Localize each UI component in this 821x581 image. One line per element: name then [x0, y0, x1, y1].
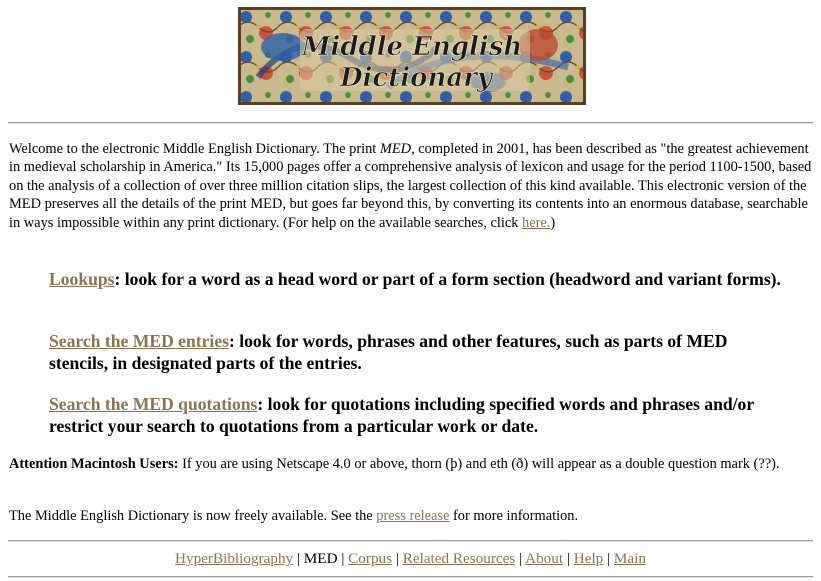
logo-title-line2: Dictionary — [339, 63, 494, 93]
footer-link-help[interactable]: Help — [574, 550, 604, 567]
intro-med-italic: MED, — [379, 141, 415, 157]
footer-link-hyperbibliography[interactable]: HyperBibliography — [175, 550, 293, 567]
search-quotations-option: Search the MED quotations: look for quot… — [49, 393, 784, 437]
footer-link-corpus[interactable]: Corpus — [348, 550, 392, 567]
search-entries-link[interactable]: Search the MED entries — [49, 331, 229, 351]
dictionary-logo-banner: Middle English Dictionary — [238, 7, 586, 105]
intro-text-3: ) — [550, 214, 556, 231]
search-quotations-link[interactable]: Search the MED quotations — [49, 394, 257, 414]
footer-current-med: MED — [303, 550, 338, 567]
logo-title-line1: Middle English — [301, 32, 523, 62]
macintosh-notice: Attention Macintosh Users: If you are us… — [9, 455, 815, 473]
footer-nav: HyperBibliography | MED | Corpus | Relat… — [0, 549, 821, 569]
footer-link-main[interactable]: Main — [614, 550, 646, 567]
free-notice-before: The Middle English Dictionary is now fre… — [9, 508, 377, 524]
lookups-link[interactable]: Lookups — [49, 269, 115, 289]
footer-link-about[interactable]: About — [525, 550, 563, 567]
footer-separator: | — [566, 550, 570, 567]
macintosh-notice-text: If you are using Netscape 4.0 or above, … — [178, 456, 780, 472]
footer-separator: | — [519, 550, 523, 567]
help-here-link[interactable]: here. — [522, 215, 550, 231]
intro-paragraph: Welcome to the electronic Middle English… — [9, 140, 815, 232]
intro-text-1: Welcome to the electronic Middle English… — [9, 141, 380, 157]
bottom-divider-bottom — [8, 576, 813, 578]
macintosh-notice-label: Attention Macintosh Users: — [9, 456, 179, 472]
lookups-option: Lookups: look for a word as a head word … — [49, 268, 784, 290]
footer-separator: | — [395, 550, 399, 567]
press-release-link[interactable]: press release — [376, 508, 449, 524]
footer-separator: | — [607, 550, 611, 567]
free-availability-notice: The Middle English Dictionary is now fre… — [9, 507, 815, 525]
lookups-description: : look for a word as a head word or part… — [114, 269, 781, 289]
bottom-divider-top — [8, 540, 813, 542]
footer-separator: | — [341, 550, 345, 567]
free-notice-after: for more information. — [449, 508, 579, 524]
footer-separator: | — [296, 550, 300, 567]
search-entries-option: Search the MED entries: look for words, … — [49, 330, 784, 374]
footer-link-related-resources[interactable]: Related Resources — [403, 550, 516, 567]
top-divider — [8, 122, 813, 124]
